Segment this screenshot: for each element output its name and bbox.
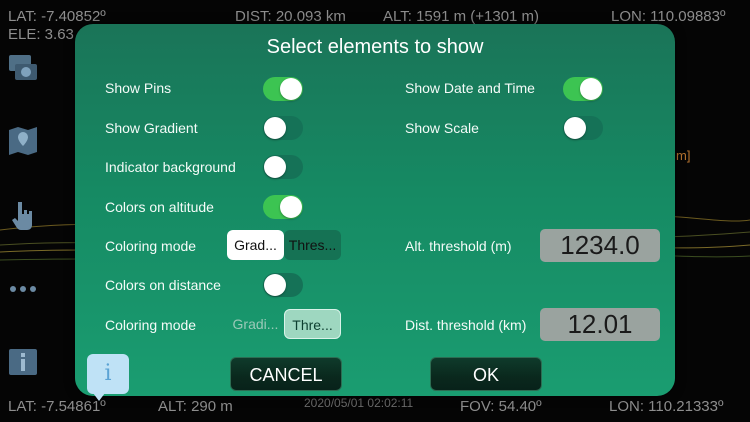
hud-latitude-top: LAT: -7.40852º xyxy=(8,8,106,25)
coloring-mode-altitude-gradient[interactable]: Grad... xyxy=(227,230,284,260)
hud-datetime: 2020/05/01 02:02:11 xyxy=(304,396,414,410)
cancel-button[interactable]: CANCEL xyxy=(230,357,342,391)
show-gradient-toggle[interactable] xyxy=(263,116,303,140)
hud-fov: FOV: 54.40º xyxy=(460,398,542,415)
coloring-mode-altitude-threshold[interactable]: Thres... xyxy=(284,230,341,260)
hud-distance-top: DIST: 20.093 km xyxy=(235,8,346,25)
coloring-mode-distance-gradient[interactable]: Gradi... xyxy=(227,309,284,339)
map-pin-icon[interactable] xyxy=(6,124,40,158)
hand-pointer-icon[interactable] xyxy=(6,198,40,232)
coloring-mode-altitude-label: Coloring mode xyxy=(105,238,197,254)
coloring-mode-distance-threshold[interactable]: Thre... xyxy=(284,309,341,339)
show-scale-toggle[interactable] xyxy=(563,116,603,140)
show-scale-label: Show Scale xyxy=(405,120,479,136)
alt-threshold-input[interactable]: 1234.0 xyxy=(540,229,660,262)
indicator-background-toggle[interactable] xyxy=(263,155,303,179)
colors-on-altitude-label: Colors on altitude xyxy=(105,199,214,215)
show-pins-label: Show Pins xyxy=(105,80,172,96)
alt-threshold-label: Alt. threshold (m) xyxy=(405,238,512,254)
hud-altitude-top: ALT: 1591 m (+1301 m) xyxy=(383,8,540,25)
hud-longitude-top: LON: 110.09883º xyxy=(611,8,726,25)
colors-on-distance-label: Colors on distance xyxy=(105,277,221,293)
hud-latitude-bottom: LAT: -7.54861º xyxy=(8,398,106,415)
dialog-title: Select elements to show xyxy=(266,36,484,58)
coloring-mode-distance-label: Coloring mode xyxy=(105,317,197,333)
coloring-mode-distance-segmented: Gradi... Thre... xyxy=(227,309,341,339)
coloring-mode-altitude-segmented: Grad... Thres... xyxy=(227,230,341,260)
colors-on-altitude-toggle[interactable] xyxy=(263,195,303,219)
show-date-time-label: Show Date and Time xyxy=(405,80,535,96)
show-date-time-toggle[interactable] xyxy=(563,77,603,101)
hud-elevation-top: ELE: 3.63 xyxy=(8,26,74,43)
ok-button[interactable]: OK xyxy=(430,357,542,391)
show-gradient-label: Show Gradient xyxy=(105,120,198,136)
select-elements-dialog: Select elements to show Show Pins Show G… xyxy=(75,24,675,396)
indicator-background-label: Indicator background xyxy=(105,159,236,175)
info-bubble-icon[interactable]: i xyxy=(87,354,129,401)
hud-scale-fragment: m] xyxy=(676,148,691,163)
more-dots-icon[interactable] xyxy=(6,272,40,306)
colors-on-distance-toggle[interactable] xyxy=(263,273,303,297)
hud-altitude-bottom: ALT: 290 m xyxy=(158,398,233,415)
photo-camera-icon[interactable] xyxy=(6,50,40,84)
info-panel-icon[interactable] xyxy=(6,346,40,380)
dist-threshold-label: Dist. threshold (km) xyxy=(405,317,527,333)
show-pins-toggle[interactable] xyxy=(263,77,303,101)
dist-threshold-input[interactable]: 12.01 xyxy=(540,308,660,341)
hud-longitude-bottom: LON: 110.21333º xyxy=(609,398,724,415)
